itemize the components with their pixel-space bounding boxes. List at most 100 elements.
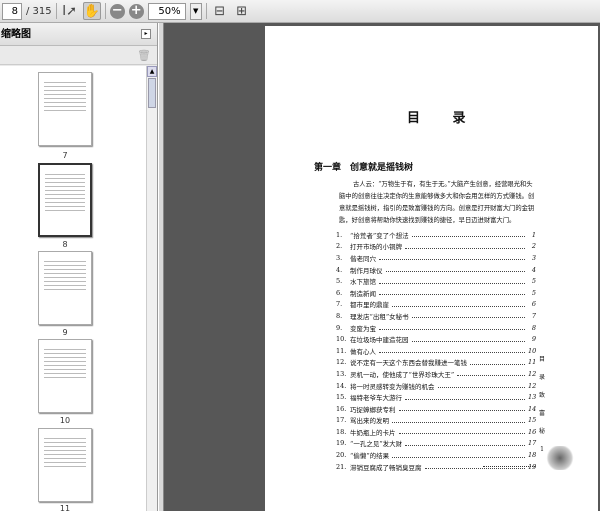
- thumbnail-page[interactable]: [38, 339, 92, 413]
- toc-leader: [411, 337, 525, 342]
- toc-entry[interactable]: 1. “拾荒者”变了个想法 1: [336, 229, 536, 241]
- toc-leader: [405, 395, 525, 400]
- divider: [205, 3, 207, 19]
- thumbnail-page[interactable]: [38, 251, 92, 325]
- toc-entry[interactable]: 17. 骂出来的发明 15: [336, 415, 536, 427]
- toc-title: 都市里的鼎崖: [350, 301, 389, 310]
- toc-title: 理发店“出租”女秘书: [350, 312, 409, 321]
- toc-number: 21.: [336, 462, 347, 471]
- toc-page: 3: [531, 253, 536, 262]
- toc-page: 17: [528, 439, 537, 448]
- toc-number: 14.: [336, 381, 347, 390]
- toc-number: 20.: [336, 451, 347, 460]
- toc-page: 2: [531, 242, 536, 251]
- toc-entry[interactable]: 3. 偕老同穴 3: [336, 252, 536, 264]
- toc-page: 1: [531, 230, 536, 239]
- page-title: 目 录: [407, 111, 480, 126]
- toc-number: 17.: [336, 416, 347, 425]
- toc-entry[interactable]: 19. “一孔之见”发大财 17: [336, 438, 536, 450]
- fit-width-icon[interactable]: ⊞: [233, 2, 251, 20]
- side-label: 录: [538, 374, 545, 381]
- toc-page: 5: [531, 288, 536, 297]
- toc-leader: [379, 325, 525, 331]
- toc-leader: [379, 279, 525, 284]
- toc-leader: [405, 441, 525, 446]
- toc-leader: [457, 371, 525, 377]
- toc-title: 做有心人: [350, 347, 376, 356]
- thumbnail-page[interactable]: [38, 428, 92, 502]
- toc-entry[interactable]: 13. 灵机一动，使他成了“世界珍珠大王” 12: [336, 368, 536, 380]
- toc-title: 牛奶瓶上的卡片: [350, 428, 396, 437]
- zoom-dropdown-chevron-icon[interactable]: ▼: [189, 2, 202, 20]
- panel-options-icon[interactable]: ▸: [141, 29, 151, 39]
- toc-number: 4.: [336, 265, 343, 274]
- toc-title: 偕老同穴: [350, 254, 376, 263]
- toc-number: 15.: [336, 393, 347, 402]
- toc-page: 15: [528, 416, 537, 425]
- toc-entry[interactable]: 8. 理发店“出租”女秘书 7: [336, 310, 536, 322]
- thumbnail-label: 10: [59, 416, 71, 425]
- toc-page: 13: [528, 393, 537, 402]
- zoom-input[interactable]: 50%: [147, 2, 186, 20]
- zoom-in-icon[interactable]: +: [128, 3, 144, 19]
- thumbnail-label: 9: [62, 328, 68, 337]
- toc-number: 11.: [336, 346, 347, 355]
- toc-title: “一孔之见”发大财: [350, 440, 403, 449]
- toc-number: 10.: [336, 335, 347, 344]
- toc-title: 巧捉蟑螂获专利: [350, 405, 396, 414]
- toc-entry[interactable]: 16. 巧捉蟑螂获专利 14: [336, 403, 536, 415]
- toc-entry[interactable]: 15. 福特老爷车大游行 13: [336, 391, 536, 403]
- scrollbar-thumb[interactable]: [148, 78, 156, 108]
- toc-entry[interactable]: 6. 制造新闻 5: [336, 287, 536, 299]
- trash-icon[interactable]: 🗑: [137, 49, 151, 62]
- page-number-input[interactable]: 8: [2, 2, 22, 20]
- toc-page: 12: [528, 369, 537, 378]
- toc-page: 11: [528, 358, 537, 367]
- hand-tool-icon[interactable]: ✋: [82, 2, 101, 20]
- toc-entry[interactable]: 12. 说不定有一天这个东西会替我赚进一笔钱 11: [336, 357, 536, 369]
- toc-leader: [411, 313, 525, 319]
- toc-leader: [470, 360, 525, 365]
- toc-title: 制造新闻: [350, 289, 376, 298]
- panel-toolbar: 🗑: [0, 46, 157, 65]
- thumbnail-list: 7 8 9 10 11: [0, 66, 147, 511]
- toc-page: 18: [528, 451, 537, 460]
- toc-entry[interactable]: 7. 都市里的鼎崖 6: [336, 299, 536, 311]
- side-margin-label: 目 录 致富 秘 1: [538, 351, 546, 459]
- select-tool-icon[interactable]: I➚: [61, 2, 79, 20]
- toc-entry[interactable]: 11. 做有心人 10: [336, 345, 536, 357]
- scroll-up-icon[interactable]: ▲: [147, 66, 157, 77]
- thumbnail-scrollbar[interactable]: ▲: [146, 66, 157, 511]
- side-label: 致富: [538, 392, 545, 417]
- toc-number: 16.: [336, 404, 347, 413]
- toolbar: 8 / 315 I➚ ✋ − + 50% ▼ ⊟ ⊞: [0, 0, 600, 23]
- chapter-heading: 第一章 创意就是摇钱树: [314, 163, 414, 173]
- toc-page: 12: [528, 381, 537, 390]
- toc-title: 制作月球仪: [350, 266, 383, 275]
- thumbnail-page-selected[interactable]: [38, 163, 92, 237]
- toc-title: “偷懒”的结果: [350, 452, 390, 461]
- thumbnail-label: 11: [59, 504, 71, 511]
- toc-title: 福特老爷车大游行: [350, 394, 402, 403]
- fit-page-icon[interactable]: ⊟: [211, 2, 229, 20]
- toc-page: 6: [531, 300, 536, 309]
- toc-number: 3.: [336, 253, 343, 262]
- toc-leader: [392, 453, 525, 458]
- toc-entry[interactable]: 10. 在垃圾场中建造花园 9: [336, 333, 536, 345]
- toc-title: 滞销豆腐成了畅销臭豆腐: [350, 463, 422, 472]
- zoom-out-icon[interactable]: −: [109, 3, 125, 19]
- toc-entry[interactable]: 20. “偷懒”的结果 18: [336, 449, 536, 461]
- toc-page: 9: [531, 335, 536, 344]
- toc-entry[interactable]: 9. 变废为宝 8: [336, 322, 536, 334]
- side-label: 秘: [538, 428, 545, 435]
- toc-entry[interactable]: 5. 水下旅馆 5: [336, 275, 536, 287]
- toc-entry[interactable]: 2. 打开市场的小铜牌 2: [336, 241, 536, 253]
- thumbnail-page[interactable]: [38, 72, 92, 146]
- document-viewer: 目 录 第一章 创意就是摇钱树 古人云：“万物生于有，有生于无。”大脑产生创意，…: [164, 23, 600, 516]
- toc-entry[interactable]: 18. 牛奶瓶上的卡片 16: [336, 426, 536, 438]
- toc-entry[interactable]: 14. 将一时灵感转变为赚钱的机会 12: [336, 380, 536, 392]
- toc-number: 8.: [336, 311, 343, 320]
- toc-leader: [437, 383, 525, 389]
- toc-entry[interactable]: 4. 制作月球仪 4: [336, 264, 536, 276]
- toc-number: 13.: [336, 369, 347, 378]
